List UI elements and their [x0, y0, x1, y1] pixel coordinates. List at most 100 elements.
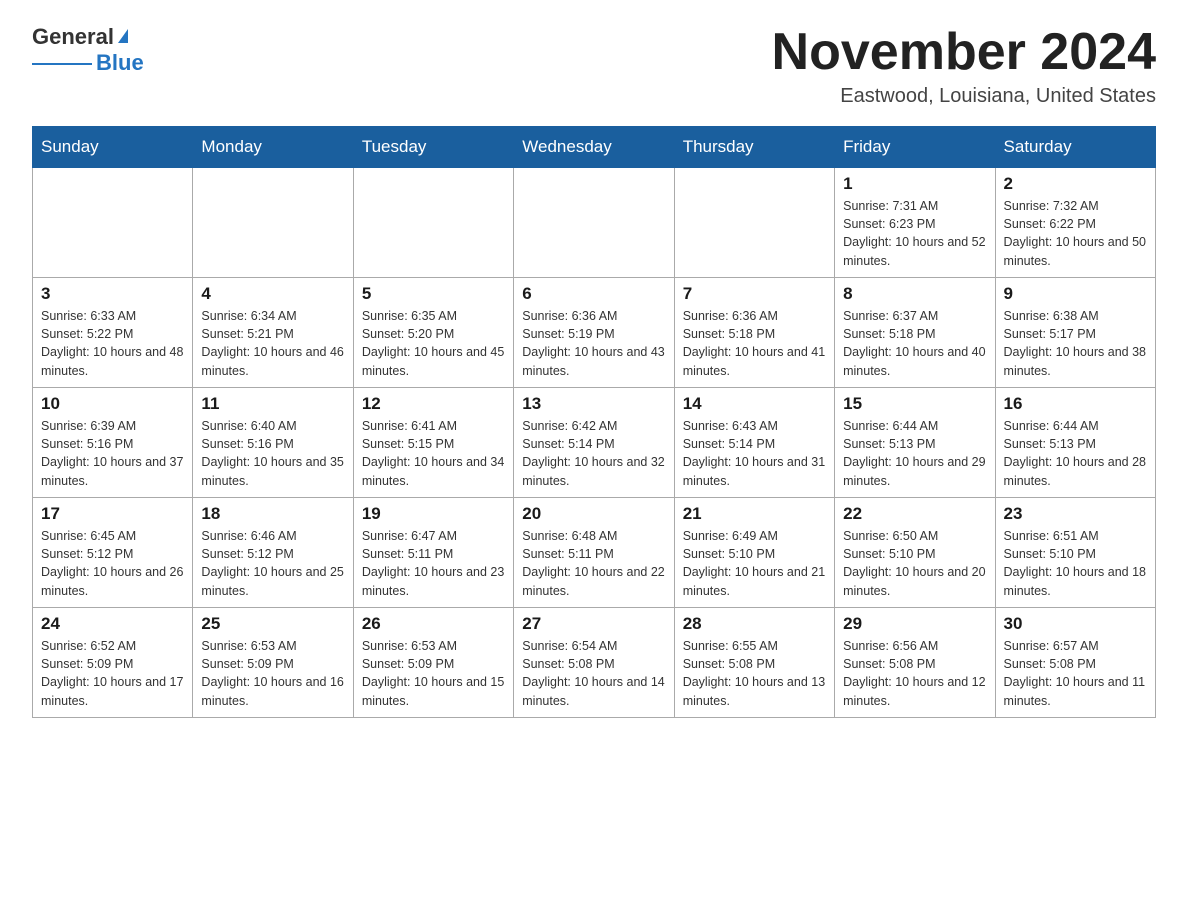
- day-number: 24: [41, 614, 184, 634]
- day-info: Sunrise: 7:31 AMSunset: 6:23 PMDaylight:…: [843, 197, 986, 270]
- day-number: 15: [843, 394, 986, 414]
- calendar-header-row: SundayMondayTuesdayWednesdayThursdayFrid…: [33, 127, 1156, 168]
- day-header-monday: Monday: [193, 127, 353, 168]
- day-cell-21: 21 Sunrise: 6:49 AMSunset: 5:10 PMDayligh…: [674, 498, 834, 608]
- day-number: 7: [683, 284, 826, 304]
- empty-cell: [33, 168, 193, 278]
- day-number: 12: [362, 394, 505, 414]
- empty-cell: [674, 168, 834, 278]
- day-cell-23: 23Sunrise: 6:51 AMSunset: 5:10 PMDayligh…: [995, 498, 1155, 608]
- day-cell-6: 6 Sunrise: 6:36 AMSunset: 5:19 PMDaylight…: [514, 278, 674, 388]
- day-number: 19: [362, 504, 505, 524]
- day-header-sunday: Sunday: [33, 127, 193, 168]
- day-info: Sunrise: 6:41 AMSunset: 5:15 PMDaylight:…: [362, 417, 505, 490]
- day-info: Sunrise: 6:50 AMSunset: 5:10 PMDaylight:…: [843, 527, 986, 600]
- day-info: Sunrise: 6:34 AMSunset: 5:21 PMDaylight:…: [201, 307, 344, 380]
- day-cell-22: 22 Sunrise: 6:50 AMSunset: 5:10 PMDayligh…: [835, 498, 995, 608]
- day-cell-17: 17 Sunrise: 6:45 AMSunset: 5:12 PMDayligh…: [33, 498, 193, 608]
- week-row-2: 3Sunrise: 6:33 AMSunset: 5:22 PMDaylight…: [33, 278, 1156, 388]
- day-number: 20: [522, 504, 665, 524]
- day-info: Sunrise: 6:57 AMSunset: 5:08 PMDaylight:…: [1004, 637, 1147, 710]
- day-cell-20: 20 Sunrise: 6:48 AMSunset: 5:11 PMDayligh…: [514, 498, 674, 608]
- location-subtitle: Eastwood, Louisiana, United States: [772, 85, 1156, 108]
- day-info: Sunrise: 6:44 AMSunset: 5:13 PMDaylight:…: [1004, 417, 1147, 490]
- day-info: Sunrise: 6:44 AMSunset: 5:13 PMDaylight:…: [843, 417, 986, 490]
- day-number: 13: [522, 394, 665, 414]
- day-number: 23: [1004, 504, 1147, 524]
- day-number: 29: [843, 614, 986, 634]
- day-info: Sunrise: 6:33 AMSunset: 5:22 PMDaylight:…: [41, 307, 184, 380]
- day-header-tuesday: Tuesday: [353, 127, 513, 168]
- day-cell-1: 1 Sunrise: 7:31 AMSunset: 6:23 PMDaylight…: [835, 168, 995, 278]
- day-cell-19: 19 Sunrise: 6:47 AMSunset: 5:11 PMDayligh…: [353, 498, 513, 608]
- month-title: November 2024: [772, 24, 1156, 81]
- day-cell-26: 26Sunrise: 6:53 AMSunset: 5:09 PMDayligh…: [353, 608, 513, 718]
- week-row-1: 1 Sunrise: 7:31 AMSunset: 6:23 PMDaylight…: [33, 168, 1156, 278]
- day-cell-30: 30 Sunrise: 6:57 AMSunset: 5:08 PMDayligh…: [995, 608, 1155, 718]
- day-info: Sunrise: 6:48 AMSunset: 5:11 PMDaylight:…: [522, 527, 665, 600]
- logo-text: General: [32, 24, 128, 50]
- day-number: 4: [201, 284, 344, 304]
- day-number: 16: [1004, 394, 1147, 414]
- day-cell-14: 14 Sunrise: 6:43 AMSunset: 5:14 PMDayligh…: [674, 388, 834, 498]
- day-info: Sunrise: 6:38 AMSunset: 5:17 PMDaylight:…: [1004, 307, 1147, 380]
- day-number: 22: [843, 504, 986, 524]
- day-cell-7: 7 Sunrise: 6:36 AMSunset: 5:18 PMDaylight…: [674, 278, 834, 388]
- day-info: Sunrise: 6:42 AMSunset: 5:14 PMDaylight:…: [522, 417, 665, 490]
- day-number: 27: [522, 614, 665, 634]
- day-info: Sunrise: 6:45 AMSunset: 5:12 PMDaylight:…: [41, 527, 184, 600]
- logo-triangle-icon: [118, 29, 128, 43]
- day-header-thursday: Thursday: [674, 127, 834, 168]
- day-number: 5: [362, 284, 505, 304]
- empty-cell: [193, 168, 353, 278]
- day-number: 14: [683, 394, 826, 414]
- day-cell-13: 13 Sunrise: 6:42 AMSunset: 5:14 PMDayligh…: [514, 388, 674, 498]
- day-number: 1: [843, 174, 986, 194]
- empty-cell: [353, 168, 513, 278]
- day-info: Sunrise: 6:56 AMSunset: 5:08 PMDaylight:…: [843, 637, 986, 710]
- day-number: 10: [41, 394, 184, 414]
- day-number: 30: [1004, 614, 1147, 634]
- day-number: 26: [362, 614, 505, 634]
- day-info: Sunrise: 6:40 AMSunset: 5:16 PMDaylight:…: [201, 417, 344, 490]
- day-info: Sunrise: 6:43 AMSunset: 5:14 PMDaylight:…: [683, 417, 826, 490]
- day-header-wednesday: Wednesday: [514, 127, 674, 168]
- logo-underline: [32, 63, 92, 65]
- day-number: 28: [683, 614, 826, 634]
- day-cell-16: 16 Sunrise: 6:44 AMSunset: 5:13 PMDayligh…: [995, 388, 1155, 498]
- day-info: Sunrise: 6:49 AMSunset: 5:10 PMDaylight:…: [683, 527, 826, 600]
- day-info: Sunrise: 6:47 AMSunset: 5:11 PMDaylight:…: [362, 527, 505, 600]
- day-info: Sunrise: 6:39 AMSunset: 5:16 PMDaylight:…: [41, 417, 184, 490]
- day-cell-2: 2 Sunrise: 7:32 AMSunset: 6:22 PMDaylight…: [995, 168, 1155, 278]
- day-cell-4: 4 Sunrise: 6:34 AMSunset: 5:21 PMDaylight…: [193, 278, 353, 388]
- day-info: Sunrise: 6:52 AMSunset: 5:09 PMDaylight:…: [41, 637, 184, 710]
- day-number: 21: [683, 504, 826, 524]
- day-info: Sunrise: 7:32 AMSunset: 6:22 PMDaylight:…: [1004, 197, 1147, 270]
- day-info: Sunrise: 6:35 AMSunset: 5:20 PMDaylight:…: [362, 307, 505, 380]
- day-cell-15: 15 Sunrise: 6:44 AMSunset: 5:13 PMDayligh…: [835, 388, 995, 498]
- day-cell-24: 24 Sunrise: 6:52 AMSunset: 5:09 PMDayligh…: [33, 608, 193, 718]
- day-cell-28: 28 Sunrise: 6:55 AMSunset: 5:08 PMDayligh…: [674, 608, 834, 718]
- day-cell-25: 25 Sunrise: 6:53 AMSunset: 5:09 PMDayligh…: [193, 608, 353, 718]
- week-row-5: 24 Sunrise: 6:52 AMSunset: 5:09 PMDayligh…: [33, 608, 1156, 718]
- day-info: Sunrise: 6:36 AMSunset: 5:18 PMDaylight:…: [683, 307, 826, 380]
- day-cell-27: 27 Sunrise: 6:54 AMSunset: 5:08 PMDayligh…: [514, 608, 674, 718]
- week-row-3: 10 Sunrise: 6:39 AMSunset: 5:16 PMDayligh…: [33, 388, 1156, 498]
- day-number: 25: [201, 614, 344, 634]
- day-number: 6: [522, 284, 665, 304]
- day-info: Sunrise: 6:55 AMSunset: 5:08 PMDaylight:…: [683, 637, 826, 710]
- header: General Blue November 2024 Eastwood, Lou…: [32, 24, 1156, 108]
- day-number: 8: [843, 284, 986, 304]
- day-info: Sunrise: 6:37 AMSunset: 5:18 PMDaylight:…: [843, 307, 986, 380]
- day-info: Sunrise: 6:53 AMSunset: 5:09 PMDaylight:…: [201, 637, 344, 710]
- week-row-4: 17 Sunrise: 6:45 AMSunset: 5:12 PMDayligh…: [33, 498, 1156, 608]
- day-number: 17: [41, 504, 184, 524]
- title-area: November 2024 Eastwood, Louisiana, Unite…: [772, 24, 1156, 108]
- day-cell-3: 3Sunrise: 6:33 AMSunset: 5:22 PMDaylight…: [33, 278, 193, 388]
- logo-blue-text: Blue: [96, 50, 144, 76]
- day-number: 2: [1004, 174, 1147, 194]
- day-cell-5: 5 Sunrise: 6:35 AMSunset: 5:20 PMDaylight…: [353, 278, 513, 388]
- day-info: Sunrise: 6:36 AMSunset: 5:19 PMDaylight:…: [522, 307, 665, 380]
- empty-cell: [514, 168, 674, 278]
- day-info: Sunrise: 6:54 AMSunset: 5:08 PMDaylight:…: [522, 637, 665, 710]
